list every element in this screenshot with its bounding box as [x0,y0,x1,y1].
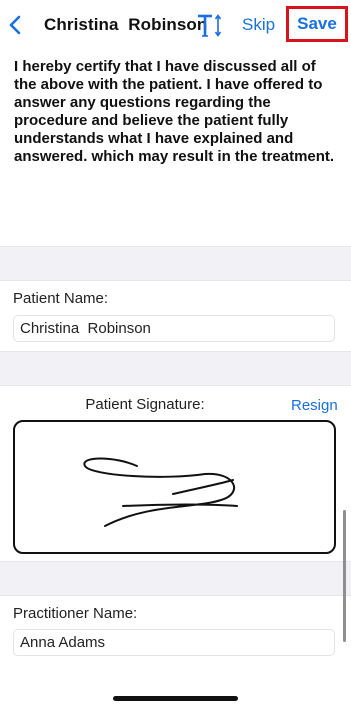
section-divider [0,246,351,281]
patient-name-label: Patient Name: [13,290,109,307]
navigation-bar: Christina Robinson Skip Save [0,0,351,52]
patient-name-title: Christina Robinson [44,15,208,34]
section-divider [0,351,351,386]
text-size-icon [198,14,222,37]
save-button[interactable]: Save [286,6,348,42]
scrollbar[interactable] [343,510,346,642]
home-indicator[interactable] [113,696,238,701]
back-button[interactable] [4,10,26,40]
skip-button[interactable]: Skip [242,15,275,35]
certification-statement: I hereby certify that I have discussed a… [14,58,335,165]
signature-pad[interactable] [13,420,336,554]
resign-button[interactable]: Resign [291,397,338,414]
chevron-left-icon [9,15,21,35]
practitioner-name-label: Practitioner Name: [13,605,138,622]
text-size-button[interactable] [197,13,223,39]
section-divider [0,561,351,596]
patient-name-field[interactable]: Christina Robinson [13,315,335,342]
practitioner-name-field[interactable]: Anna Adams [13,629,335,656]
consent-form-screen: Christina Robinson Skip Save I hereby ce… [0,0,351,705]
patient-signature-label: Patient Signature: [85,396,205,413]
signature-drawing [83,457,238,527]
